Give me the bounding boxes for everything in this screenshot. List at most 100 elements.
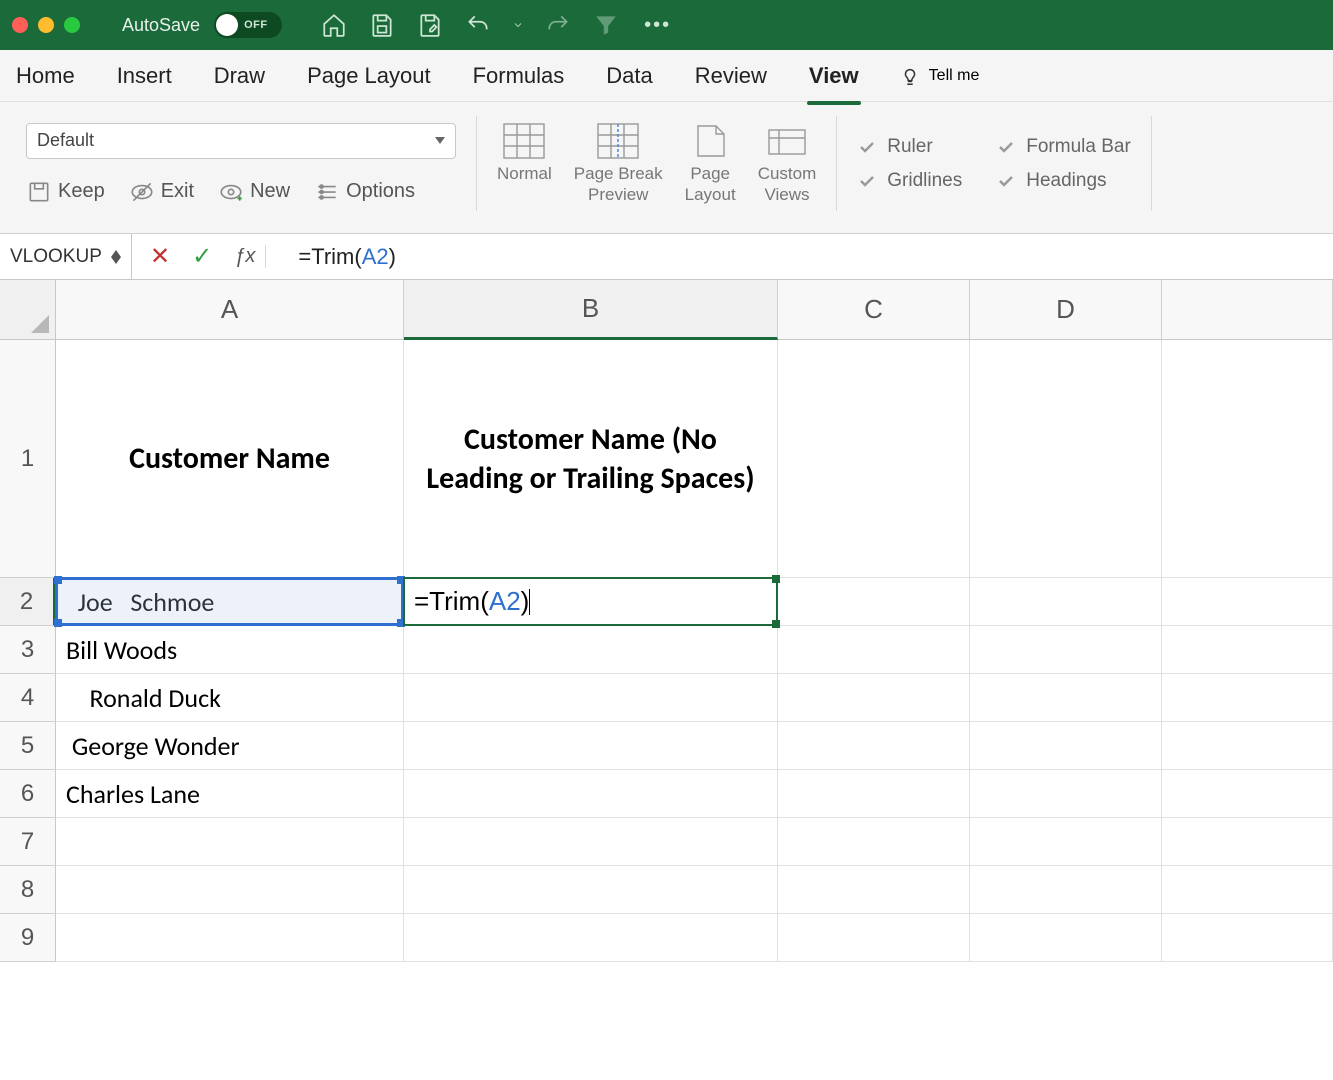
tab-page-layout[interactable]: Page Layout (305, 57, 433, 95)
undo-dropdown-icon[interactable] (512, 11, 524, 39)
cell-D7[interactable] (970, 818, 1162, 866)
ruler-checkbox[interactable]: Ruler (857, 136, 962, 158)
row-header-6[interactable]: 6 (0, 770, 56, 818)
gridlines-checkbox[interactable]: Gridlines (857, 170, 962, 192)
formula-input[interactable]: =Trim(A2) (284, 244, 1333, 270)
headings-checkbox[interactable]: Headings (996, 170, 1131, 192)
filter-icon[interactable] (592, 11, 620, 39)
col-header-A[interactable]: A (56, 280, 404, 340)
stepper-up-icon[interactable] (111, 250, 121, 257)
normal-view-button[interactable]: Normal (497, 122, 552, 184)
cell-E5[interactable] (1162, 722, 1333, 770)
tab-formulas[interactable]: Formulas (471, 57, 567, 95)
cell-B6[interactable] (404, 770, 778, 818)
cell-E7[interactable] (1162, 818, 1333, 866)
minimize-window-button[interactable] (38, 17, 54, 33)
page-break-preview-button[interactable]: Page Break Preview (574, 122, 663, 205)
tab-view[interactable]: View (807, 57, 861, 95)
col-header-E[interactable] (1162, 280, 1333, 340)
cell-A7[interactable] (56, 818, 404, 866)
cell-A2[interactable]: Joe Schmoe (56, 578, 404, 626)
cell-A1[interactable]: Customer Name (56, 340, 404, 578)
row-header-2[interactable]: 2 (0, 578, 56, 626)
close-window-button[interactable] (12, 17, 28, 33)
cell-B4[interactable] (404, 674, 778, 722)
cell-D8[interactable] (970, 866, 1162, 914)
cell-A3[interactable]: Bill Woods (56, 626, 404, 674)
row-header-4[interactable]: 4 (0, 674, 56, 722)
tab-draw[interactable]: Draw (212, 57, 267, 95)
cell-B3[interactable] (404, 626, 778, 674)
keep-button[interactable]: Keep (26, 179, 105, 205)
tab-insert[interactable]: Insert (115, 57, 174, 95)
cell-C4[interactable] (778, 674, 970, 722)
stepper-down-icon[interactable] (111, 257, 121, 264)
save-as-icon[interactable] (416, 11, 444, 39)
cell-E9[interactable] (1162, 914, 1333, 962)
maximize-window-button[interactable] (64, 17, 80, 33)
row-header-7[interactable]: 7 (0, 818, 56, 866)
sheet-view-select[interactable]: Default (26, 123, 456, 159)
name-box[interactable]: VLOOKUP (0, 234, 132, 279)
custom-views-button[interactable]: Custom Views (758, 122, 817, 205)
cell-A6[interactable]: Charles Lane (56, 770, 404, 818)
undo-icon[interactable] (464, 11, 492, 39)
col-header-B[interactable]: B (404, 280, 778, 340)
home-icon[interactable] (320, 11, 348, 39)
tab-review[interactable]: Review (693, 57, 769, 95)
row-header-9[interactable]: 9 (0, 914, 56, 962)
confirm-formula-button[interactable]: ✓ (192, 242, 212, 271)
save-icon[interactable] (368, 11, 396, 39)
row-header-8[interactable]: 8 (0, 866, 56, 914)
cell-A5[interactable]: George Wonder (56, 722, 404, 770)
cell-B2[interactable]: =Trim(A2) (404, 578, 778, 626)
cell-C8[interactable] (778, 866, 970, 914)
formula-bar-checkbox[interactable]: Formula Bar (996, 136, 1131, 158)
cell-E8[interactable] (1162, 866, 1333, 914)
cell-A8[interactable] (56, 866, 404, 914)
row-header-5[interactable]: 5 (0, 722, 56, 770)
more-commands-icon[interactable]: ••• (644, 14, 671, 37)
cell-D9[interactable] (970, 914, 1162, 962)
cell-D2[interactable] (970, 578, 1162, 626)
cell-A4[interactable]: Ronald Duck (56, 674, 404, 722)
cell-D4[interactable] (970, 674, 1162, 722)
cell-D5[interactable] (970, 722, 1162, 770)
cell-D6[interactable] (970, 770, 1162, 818)
options-button[interactable]: Options (314, 179, 415, 205)
cell-A9[interactable] (56, 914, 404, 962)
cell-D1[interactable] (970, 340, 1162, 578)
autosave-toggle[interactable]: OFF (214, 12, 282, 38)
col-header-C[interactable]: C (778, 280, 970, 340)
name-box-steppers[interactable] (111, 250, 121, 264)
page-layout-button[interactable]: Page Layout (685, 122, 736, 205)
cell-E3[interactable] (1162, 626, 1333, 674)
tell-me-search[interactable]: Tell me (899, 65, 980, 87)
row-header-1[interactable]: 1 (0, 340, 56, 578)
fx-icon[interactable]: ƒx (234, 245, 266, 268)
cell-C3[interactable] (778, 626, 970, 674)
cell-E2[interactable] (1162, 578, 1333, 626)
cell-B8[interactable] (404, 866, 778, 914)
cell-C7[interactable] (778, 818, 970, 866)
cell-C9[interactable] (778, 914, 970, 962)
cell-C1[interactable] (778, 340, 970, 578)
exit-button[interactable]: Exit (129, 179, 194, 205)
new-button[interactable]: New (218, 179, 290, 205)
cell-E6[interactable] (1162, 770, 1333, 818)
cell-C6[interactable] (778, 770, 970, 818)
cell-D3[interactable] (970, 626, 1162, 674)
cell-E1[interactable] (1162, 340, 1333, 578)
select-all-corner[interactable] (0, 280, 56, 340)
cancel-formula-button[interactable]: ✕ (150, 242, 170, 271)
cell-C5[interactable] (778, 722, 970, 770)
cell-B1[interactable]: Customer Name (No Leading or Trailing Sp… (404, 340, 778, 578)
tab-home[interactable]: Home (14, 57, 77, 95)
cell-C2[interactable] (778, 578, 970, 626)
cell-B7[interactable] (404, 818, 778, 866)
cell-B5[interactable] (404, 722, 778, 770)
cell-B9[interactable] (404, 914, 778, 962)
cell-E4[interactable] (1162, 674, 1333, 722)
tab-data[interactable]: Data (604, 57, 654, 95)
redo-icon[interactable] (544, 11, 572, 39)
